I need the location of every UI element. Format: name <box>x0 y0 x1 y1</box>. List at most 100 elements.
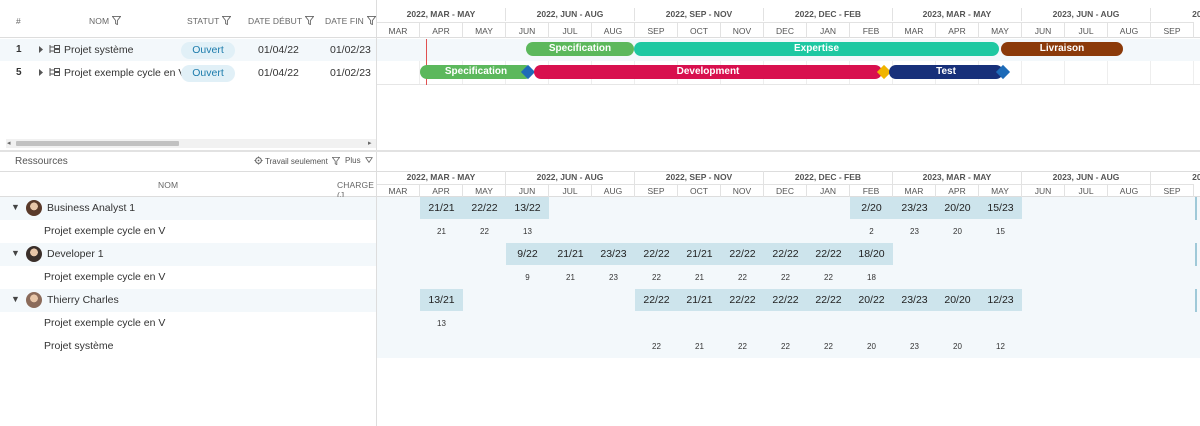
assignment-row <box>377 312 1200 335</box>
scroll-right-icon[interactable]: ▸ <box>368 139 372 148</box>
month-label: APR <box>420 184 463 197</box>
task-bar-specification[interactable]: Specification <box>420 65 532 79</box>
resource-timeline: 2022, MAR - MAY 2022, JUN - AUG 2022, SEP … <box>377 152 1200 426</box>
filter-icon[interactable] <box>222 16 232 25</box>
end-date: 01/02/23 <box>330 67 371 79</box>
assignment-name[interactable]: Projet système <box>44 340 113 352</box>
load-cell[interactable]: 21/21 <box>678 289 721 311</box>
assignment-value: 20 <box>867 342 876 351</box>
col-start-header[interactable]: DATE DÉBUT <box>248 16 315 26</box>
gear-icon <box>254 156 263 165</box>
load-cell[interactable]: 21/21 <box>678 243 721 265</box>
col-status-header[interactable]: STATUT <box>187 16 232 26</box>
load-cell[interactable]: 22/22 <box>764 289 807 311</box>
assignment-value: 20 <box>953 342 962 351</box>
task-bar-test[interactable]: Test <box>889 65 1003 79</box>
resource-name[interactable]: Business Analyst 1 <box>47 202 135 214</box>
resources-title: Ressources <box>15 156 68 167</box>
col-resource-name[interactable]: NOM <box>158 180 178 190</box>
load-cell[interactable]: 15/23 <box>979 197 1022 219</box>
scrollbar-thumb[interactable] <box>16 141 179 146</box>
load-cell[interactable]: 22/22 <box>721 289 764 311</box>
assignment-name[interactable]: Projet exemple cycle en V <box>44 271 165 283</box>
load-cell[interactable]: 12/23 <box>979 289 1022 311</box>
more-dropdown[interactable]: Plus <box>345 156 373 165</box>
load-cell[interactable]: 22/22 <box>463 197 506 219</box>
assignment-name[interactable]: Projet exemple cycle en V <box>44 225 165 237</box>
task-name[interactable]: Projet exemple cycle en V <box>64 67 185 79</box>
filter-icon[interactable] <box>366 16 376 25</box>
load-cell[interactable]: 23/23 <box>893 197 936 219</box>
load-cell[interactable]: 22/22 <box>721 243 764 265</box>
project-tree-icon <box>49 45 60 53</box>
month-label: MAY <box>463 184 506 197</box>
load-cell[interactable]: 23/23 <box>893 289 936 311</box>
month-label: OCT <box>678 22 721 38</box>
load-cell[interactable]: 22/22 <box>807 289 850 311</box>
expand-arrow-icon[interactable] <box>38 45 44 54</box>
task-bar-development[interactable]: Development <box>534 65 882 79</box>
task-bar-specification[interactable]: Specification <box>526 42 634 56</box>
quarter-label: 2023, MAR - MAY <box>893 171 1022 184</box>
task-bar-livraison[interactable]: Livraison <box>1001 42 1123 56</box>
col-start-label: DATE DÉBUT <box>248 16 303 26</box>
assignment-name[interactable]: Projet exemple cycle en V <box>44 317 165 329</box>
assignment-value: 22 <box>824 342 833 351</box>
quarter-label: 2023, SEP - <box>1151 8 1200 21</box>
col-name-label: NOM <box>89 16 110 26</box>
load-cell[interactable]: 22/22 <box>764 243 807 265</box>
filter-icon[interactable] <box>112 16 122 25</box>
project-tree-icon <box>49 68 60 76</box>
col-name-header[interactable]: NOM <box>89 16 122 26</box>
assignment-value: 22 <box>738 342 747 351</box>
month-label: JAN <box>807 22 850 38</box>
assignment-value: 13 <box>523 227 532 236</box>
month-label: SEP <box>1151 22 1194 38</box>
assignment-value: 21 <box>566 273 575 282</box>
task-name[interactable]: Projet système <box>64 44 133 56</box>
work-only-toggle[interactable]: Travail seulement <box>254 156 341 166</box>
collapse-arrow-icon[interactable]: ▼ <box>11 294 20 304</box>
load-cell[interactable]: 20/22 <box>850 289 893 311</box>
load-cell[interactable]: 9/22 <box>506 243 549 265</box>
load-cell[interactable]: 21/21 <box>549 243 592 265</box>
load-cell[interactable]: 20/20 <box>936 289 979 311</box>
assignment-value: 22 <box>738 273 747 282</box>
assignment-value: 23 <box>609 273 618 282</box>
load-cell[interactable]: 22/22 <box>635 289 678 311</box>
load-cell[interactable]: 21/21 <box>420 197 463 219</box>
status-badge: Ouvert <box>181 65 235 82</box>
scroll-left-icon[interactable]: ◂ <box>7 139 11 148</box>
quarter-label: 2022, MAR - MAY <box>377 171 506 184</box>
expand-arrow-icon[interactable] <box>38 68 44 77</box>
month-label: SEP <box>635 22 678 38</box>
chevron-down-icon <box>364 157 373 164</box>
assignment-value: 12 <box>996 342 1005 351</box>
filter-icon[interactable] <box>305 16 315 25</box>
resource-header <box>0 171 376 197</box>
month-label: DEC <box>764 22 807 38</box>
load-cell[interactable]: 2/20 <box>850 197 893 219</box>
gantt-app: # NOM STATUT DATE DÉBUT DATE FIN 1 Proje… <box>0 0 1200 426</box>
assignment-value: 9 <box>525 273 530 282</box>
resource-name[interactable]: Developer 1 <box>47 248 104 260</box>
load-cell[interactable]: 18/20 <box>850 243 893 265</box>
quarter-label: 2023, JUN - AUG <box>1022 8 1151 21</box>
load-cell[interactable]: 20/20 <box>936 197 979 219</box>
col-end-header[interactable]: DATE FIN <box>325 16 376 26</box>
quarter-label: 2022, SEP - NOV <box>635 171 764 184</box>
gantt-chart: 2022, MAR - MAY 2022, JUN - AUG 2022, SEP … <box>377 0 1200 150</box>
collapse-arrow-icon[interactable]: ▼ <box>11 202 20 212</box>
resource-name[interactable]: Thierry Charles <box>47 294 119 306</box>
more-label: Plus <box>345 156 361 165</box>
load-cell[interactable]: 13/21 <box>420 289 463 311</box>
collapse-arrow-icon[interactable]: ▼ <box>11 248 20 258</box>
load-cell[interactable]: 13/22 <box>506 197 549 219</box>
load-cell[interactable]: 23/23 <box>592 243 635 265</box>
start-date: 01/04/22 <box>258 44 299 56</box>
load-cell[interactable]: 22/22 <box>635 243 678 265</box>
col-end-label: DATE FIN <box>325 16 364 26</box>
month-label: NOV <box>721 22 764 38</box>
load-cell[interactable]: 22/22 <box>807 243 850 265</box>
task-bar-expertise[interactable]: Expertise <box>634 42 999 56</box>
